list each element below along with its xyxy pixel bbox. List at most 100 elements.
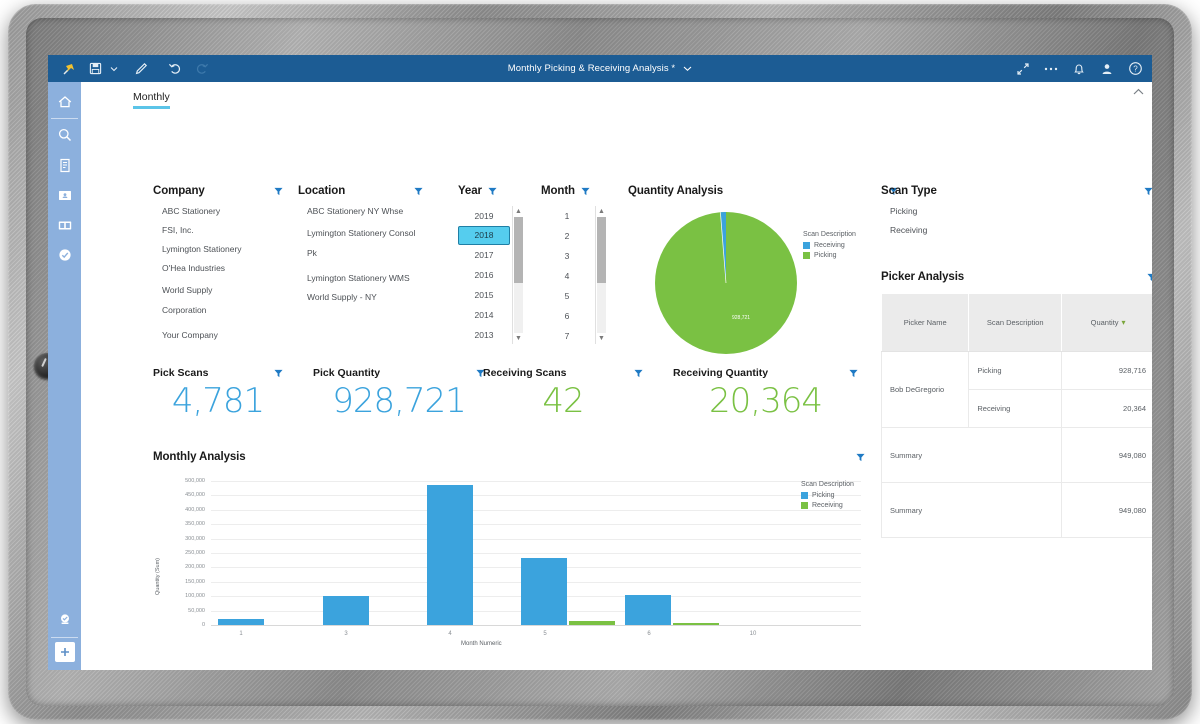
check-circle-icon[interactable] — [48, 240, 81, 270]
gridline — [211, 553, 861, 554]
list-item[interactable]: 2 — [541, 226, 593, 246]
list-item[interactable]: O'Hea Industries — [153, 263, 283, 273]
list-item[interactable]: Lymington Stationery Consol Pk — [298, 223, 423, 263]
title-dropdown-caret[interactable] — [683, 60, 692, 78]
scroll-up-arrow[interactable]: ▲ — [596, 206, 607, 217]
save-icon[interactable] — [82, 55, 108, 82]
save-dropdown-caret[interactable] — [108, 55, 120, 82]
expand-icon[interactable] — [1010, 55, 1036, 82]
legend-item[interactable]: Receiving — [801, 502, 854, 509]
month-list[interactable]: 1 2 3 4 5 6 7 ▲ ▼ — [541, 206, 607, 344]
list-item[interactable]: Receiving — [881, 225, 1152, 235]
company-panel-header: Company — [153, 185, 283, 197]
rail-divider-bottom — [51, 637, 78, 638]
list-item-selected[interactable]: 2018 — [458, 226, 510, 245]
tab-monthly[interactable]: Monthly — [133, 91, 170, 109]
list-item[interactable]: Picking — [881, 206, 1152, 216]
list-item[interactable]: 6 — [541, 306, 593, 326]
pie-slice-label-picking: 928,721 — [732, 315, 751, 321]
more-options-icon[interactable] — [1038, 55, 1064, 82]
help-icon[interactable]: ? — [1122, 55, 1148, 82]
edit-pencil-icon[interactable] — [128, 55, 154, 82]
filter-funnel-icon-company[interactable] — [274, 187, 283, 196]
table-summary-row[interactable]: Summary 949,080 — [880, 482, 1152, 538]
folder-icon[interactable] — [48, 180, 81, 210]
filter-funnel-icon-receiving-quantity[interactable] — [849, 369, 858, 378]
year-scrollbar[interactable]: ▲ ▼ — [512, 206, 523, 344]
x-axis-tick: 3 — [344, 631, 348, 637]
column-header-quantity[interactable]: Quantity ▾ — [1061, 293, 1152, 352]
pie-chart-svg[interactable] — [650, 207, 802, 359]
bar-receiving-month-5[interactable] — [569, 620, 615, 625]
company-title: Company — [153, 185, 205, 197]
list-item[interactable]: Your Company — [153, 330, 283, 340]
year-list[interactable]: 2019 2018 2017 2016 2015 2014 2013 ▲ ▼ — [458, 206, 524, 344]
badge-icon[interactable] — [48, 605, 81, 635]
filter-funnel-icon-location[interactable] — [414, 187, 423, 196]
add-icon[interactable] — [54, 642, 75, 662]
bar-picking-month-3[interactable] — [323, 596, 369, 625]
scroll-down-arrow[interactable]: ▼ — [596, 333, 607, 344]
table-row[interactable]: Bob DeGregorio Picking 928,716 — [880, 351, 1152, 428]
bar-picking-month-5[interactable] — [521, 558, 567, 625]
gridline — [211, 524, 861, 526]
column-header-scan-description[interactable]: Scan Description — [968, 293, 1063, 352]
filter-funnel-icon-monthly-analysis[interactable] — [856, 453, 865, 462]
list-item[interactable]: World Supply Corporation — [153, 280, 283, 320]
legend-item[interactable]: Picking — [803, 252, 856, 259]
list-item[interactable]: 7 — [541, 326, 593, 344]
filter-funnel-icon-pick-scans[interactable] — [274, 369, 283, 378]
left-navigation-rail — [48, 82, 81, 670]
list-item[interactable]: 2019 — [458, 206, 510, 226]
bar-receiving-month-6[interactable] — [673, 623, 719, 625]
filter-funnel-icon-month[interactable] — [581, 187, 590, 196]
pin-icon[interactable] — [56, 55, 82, 82]
bar-picking-month-1[interactable] — [218, 619, 264, 625]
legend-label-picking: Picking — [814, 252, 837, 259]
month-scrollbar[interactable]: ▲ ▼ — [595, 206, 606, 344]
list-item[interactable]: 2014 — [458, 305, 510, 325]
filter-funnel-icon-picker-analysis[interactable] — [1147, 273, 1152, 282]
legend-item[interactable]: Picking — [801, 492, 854, 499]
list-item[interactable]: 5 — [541, 286, 593, 306]
legend-swatch-picking — [803, 252, 810, 259]
notifications-bell-icon[interactable] — [1066, 55, 1092, 82]
filter-funnel-icon-scan-type[interactable] — [1144, 187, 1152, 196]
kpi-receiving-quantity-header: Receiving Quantity — [673, 367, 858, 379]
list-item[interactable]: Lymington Stationery WMS — [298, 273, 423, 283]
redo-icon[interactable] — [188, 55, 214, 82]
month-panel-header: Month — [541, 185, 607, 197]
column-header-picker-name[interactable]: Picker Name — [880, 293, 970, 352]
filter-funnel-icon-year[interactable] — [488, 187, 497, 196]
chevron-up-icon[interactable] — [1133, 88, 1144, 99]
undo-icon[interactable] — [162, 55, 188, 82]
list-item[interactable]: 4 — [541, 266, 593, 286]
legend-item[interactable]: Receiving — [803, 242, 856, 249]
scroll-up-arrow[interactable]: ▲ — [513, 206, 524, 217]
list-item[interactable]: ABC Stationery NY Whse — [298, 206, 423, 216]
list-item[interactable]: 1 — [541, 206, 593, 226]
document-icon[interactable] — [48, 150, 81, 180]
list-item[interactable]: 2013 — [458, 325, 510, 344]
list-item[interactable]: World Supply - NY — [298, 292, 423, 302]
list-item[interactable]: 2017 — [458, 245, 510, 265]
scrollbar-thumb[interactable] — [597, 217, 606, 283]
list-item[interactable]: Lymington Stationery — [153, 244, 283, 254]
list-item[interactable]: 2015 — [458, 285, 510, 305]
home-icon[interactable] — [48, 87, 81, 117]
list-item[interactable]: 2016 — [458, 265, 510, 285]
bar-picking-month-4[interactable] — [427, 484, 473, 625]
cards-icon[interactable] — [48, 210, 81, 240]
table-summary-row[interactable]: Summary 949,080 — [880, 427, 1152, 483]
list-item[interactable]: FSI, Inc. — [153, 225, 283, 235]
filter-funnel-icon-receiving-scans[interactable] — [634, 369, 643, 378]
list-item[interactable]: 3 — [541, 246, 593, 266]
search-icon[interactable] — [48, 120, 81, 150]
bar-picking-month-6[interactable] — [625, 594, 671, 625]
user-account-icon[interactable] — [1094, 55, 1120, 82]
list-item[interactable]: ABC Stationery — [153, 206, 283, 216]
y-axis-tick: 250,000 — [185, 550, 205, 556]
scroll-down-arrow[interactable]: ▼ — [513, 333, 524, 344]
scrollbar-thumb[interactable] — [514, 217, 523, 283]
company-list: ABC Stationery FSI, Inc. Lymington Stati… — [153, 206, 283, 340]
